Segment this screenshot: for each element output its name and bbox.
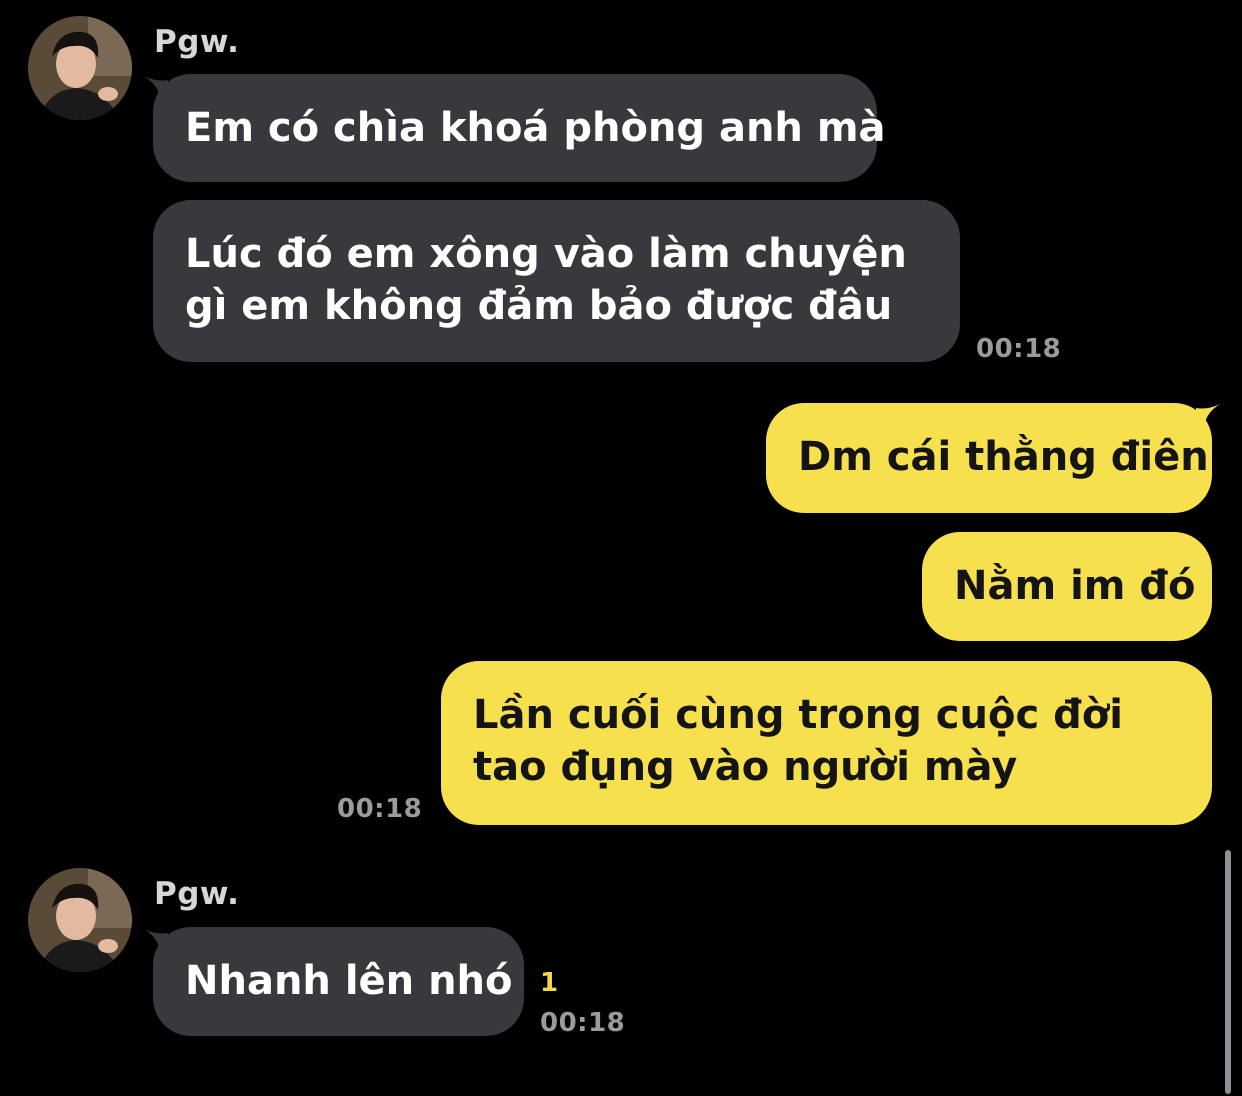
sender-name: Pgw. bbox=[154, 24, 240, 60]
message-bubble[interactable]: Dm cái thằng điên bbox=[766, 403, 1212, 513]
scrollbar[interactable] bbox=[1225, 850, 1231, 1094]
message-text: Nằm im đó bbox=[954, 563, 1196, 609]
message-text: Em có chìa khoá phòng anh mà bbox=[185, 105, 886, 151]
avatar[interactable] bbox=[28, 868, 132, 972]
sender-name: Pgw. bbox=[154, 876, 240, 912]
unread-count: 1 bbox=[540, 968, 559, 998]
profile-photo-icon bbox=[28, 868, 132, 972]
message-bubble[interactable]: Em có chìa khoá phòng anh mà bbox=[153, 74, 886, 182]
message-bubble[interactable]: Lúc đó em xông vào làm chuyện gì em khôn… bbox=[153, 200, 960, 362]
chat-view[interactable]: Pgw. Em có chìa khoá phòng anh mà Lúc đó… bbox=[0, 0, 1242, 1096]
message-bubble[interactable]: Nằm im đó bbox=[922, 532, 1212, 641]
profile-photo-icon bbox=[28, 16, 132, 120]
message-text: Nhanh lên nhó bbox=[185, 958, 513, 1004]
message-bubble[interactable]: Nhanh lên nhó bbox=[153, 927, 524, 1036]
message-text: Lúc đó em xông vào làm chuyện gì em khôn… bbox=[185, 231, 907, 329]
message-text: Dm cái thằng điên bbox=[798, 434, 1209, 480]
message-text: Lần cuối cùng trong cuộc đời tao đụng và… bbox=[473, 692, 1123, 790]
message-timestamp: 00:18 bbox=[337, 794, 423, 824]
message-timestamp: 00:18 bbox=[540, 1008, 626, 1038]
message-timestamp: 00:18 bbox=[976, 334, 1062, 364]
message-bubble[interactable]: Lần cuối cùng trong cuộc đời tao đụng và… bbox=[441, 661, 1212, 825]
avatar[interactable] bbox=[28, 16, 132, 120]
